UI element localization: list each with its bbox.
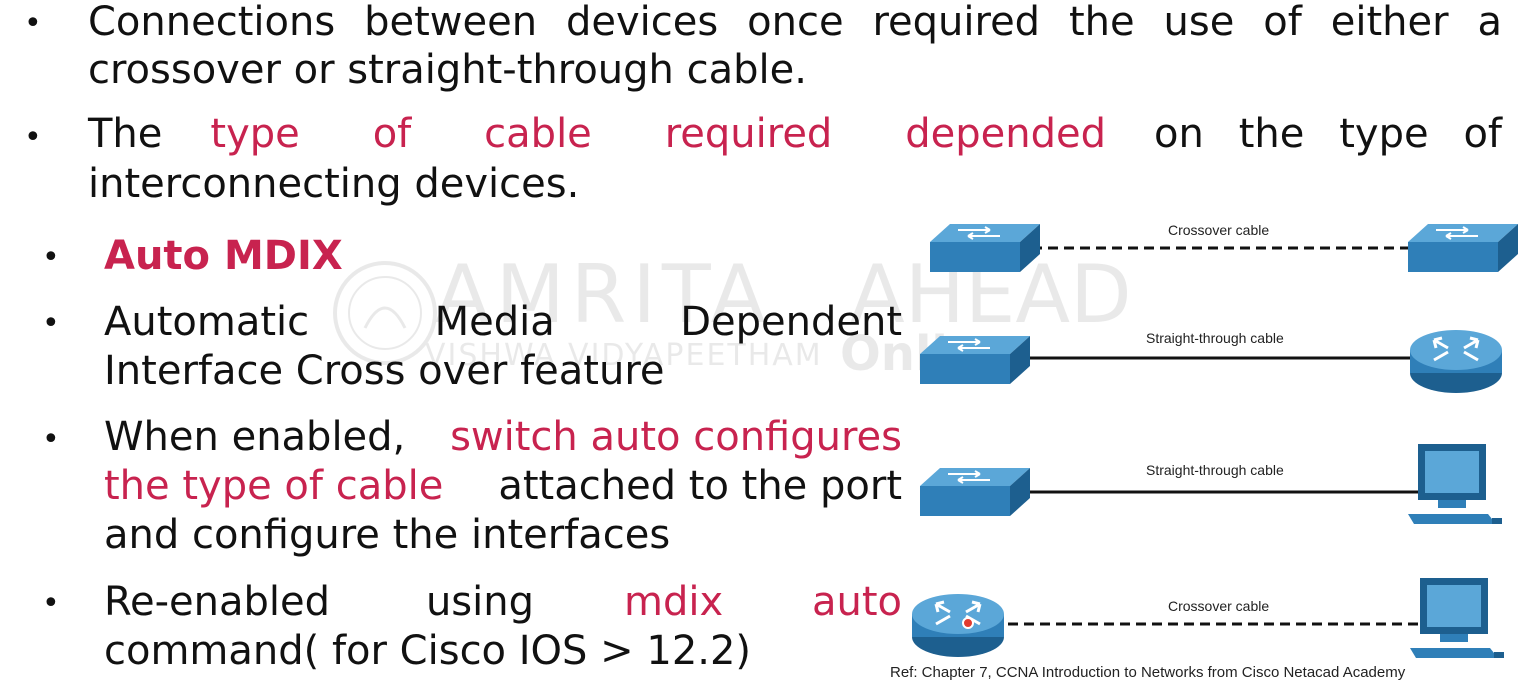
- bullet-2-tail: on the type of: [1154, 111, 1502, 157]
- bullet-2-highlight: type of cable required depended: [162, 110, 1154, 158]
- switch-icon: [919, 467, 1031, 517]
- switch-icon: [1407, 223, 1519, 273]
- switch-icon: [929, 223, 1041, 273]
- switch-icon: [919, 335, 1031, 385]
- bullet-5-highlight-1: switch auto configures: [450, 414, 902, 460]
- bullet-marker: •: [42, 586, 60, 621]
- cable-label-crossover-1: Crossover cable: [1168, 222, 1270, 238]
- cable-type-diagram: Crossover cable Straight-through cable S…: [900, 210, 1528, 678]
- bullet-2-word-the: The: [88, 111, 163, 157]
- bullet-5-text-b: attached to the port: [498, 463, 902, 509]
- bullet-marker: •: [24, 120, 42, 155]
- bullet-marker: •: [42, 240, 60, 275]
- pc-icon: [1408, 444, 1502, 524]
- bullet-5-line-1: When enabled, switch auto configures: [104, 413, 902, 461]
- bullet-4-line-1: Automatic Media Dependent: [104, 299, 902, 345]
- cable-label-straight-1: Straight-through cable: [1146, 330, 1284, 346]
- bullet-6-line-1: Re-enabled using mdix auto: [104, 578, 902, 626]
- bullet-5-highlight-2: the type of cable: [104, 463, 444, 509]
- bullet-1-line-1: Connections between devices once require…: [88, 0, 1502, 45]
- auto-mdix-heading: Auto MDIX: [104, 233, 343, 279]
- pointer-dot-icon: [962, 617, 974, 629]
- bullet-2-line-2: interconnecting devices.: [88, 161, 580, 207]
- router-icon: [1408, 328, 1504, 395]
- bullet-5-line-3: and configure the interfaces: [104, 512, 671, 558]
- bullet-marker: •: [24, 6, 42, 41]
- bullet-5-text-a: When enabled,: [104, 414, 406, 460]
- bullet-2-line-1: The type of cable required depended on t…: [88, 110, 1502, 158]
- pc-icon: [1410, 578, 1504, 658]
- bullet-marker: •: [42, 306, 60, 341]
- bullet-6-line-2: command( for Cisco IOS > 12.2): [104, 628, 752, 674]
- bullet-marker: •: [42, 422, 60, 457]
- router-icon: [910, 592, 1006, 659]
- bullet-1-line-2: crossover or straight-through cable.: [88, 47, 807, 93]
- cable-label-straight-2: Straight-through cable: [1146, 462, 1284, 478]
- cable-label-crossover-2: Crossover cable: [1168, 598, 1270, 614]
- bullet-2-highlight-text: type of cable required depended: [210, 111, 1106, 157]
- bullet-4-line-2: Interface Cross over feature: [104, 348, 665, 394]
- bullet-5-line-2: the type of cable attached to the port: [104, 462, 902, 510]
- reference-note: Ref: Chapter 7, CCNA Introduction to Net…: [890, 664, 1406, 681]
- bullet-6-command: mdix auto: [624, 579, 902, 625]
- bullet-6-text-a: Re-enabled using: [104, 579, 534, 625]
